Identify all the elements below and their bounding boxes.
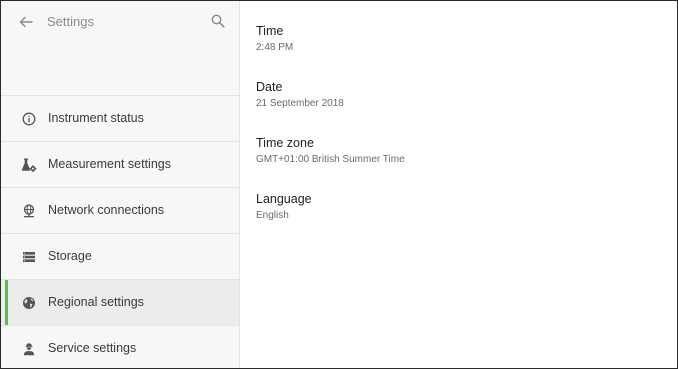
- page-title: Settings: [47, 14, 94, 29]
- sidebar-item-label: Storage: [48, 249, 92, 263]
- setting-title: Date: [256, 80, 283, 94]
- sidebar-item-label: Network connections: [48, 203, 165, 217]
- settings-window: Settings Instrument status Measurement s…: [0, 0, 678, 369]
- engineer-icon: [21, 341, 37, 357]
- date-setting[interactable]: Date 21 September 2018: [256, 79, 344, 111]
- setting-title: Time zone: [256, 136, 314, 150]
- setting-value: English: [256, 210, 289, 221]
- sidebar: Settings Instrument status Measurement s…: [1, 1, 240, 368]
- regional-settings-panel: Time 2:48 PM Date 21 September 2018 Time…: [240, 1, 677, 368]
- sidebar-item-label: Measurement settings: [48, 157, 171, 171]
- info-icon: [21, 111, 37, 127]
- sidebar-item-service-settings[interactable]: Service settings: [1, 325, 239, 368]
- sidebar-item-storage[interactable]: Storage: [1, 233, 239, 279]
- sidebar-item-label: Service settings: [48, 341, 137, 355]
- network-icon: [21, 203, 37, 219]
- sidebar-item-instrument-status[interactable]: Instrument status: [1, 95, 239, 141]
- back-button[interactable]: [15, 11, 37, 33]
- sidebar-item-measurement-settings[interactable]: Measurement settings: [1, 141, 239, 187]
- search-icon: [211, 14, 225, 28]
- setting-value: 21 September 2018: [256, 98, 344, 109]
- sidebar-nav: Instrument status Measurement settings N…: [1, 95, 239, 368]
- globe-icon: [21, 295, 37, 311]
- flask-gear-icon: [21, 157, 37, 173]
- setting-value: GMT+01:00 British Summer Time: [256, 154, 405, 165]
- arrow-left-icon: [19, 16, 33, 28]
- sidebar-item-network-connections[interactable]: Network connections: [1, 187, 239, 233]
- sidebar-item-label: Instrument status: [48, 111, 144, 125]
- sidebar-header: Settings: [1, 1, 239, 95]
- time-setting[interactable]: Time 2:48 PM: [256, 23, 293, 55]
- sidebar-item-regional-settings[interactable]: Regional settings: [1, 279, 239, 325]
- language-setting[interactable]: Language English: [256, 191, 312, 223]
- setting-title: Language: [256, 192, 312, 206]
- storage-icon: [21, 249, 37, 265]
- sidebar-item-label: Regional settings: [48, 295, 144, 309]
- setting-value: 2:48 PM: [256, 42, 294, 53]
- setting-title: Time: [256, 24, 284, 38]
- search-button[interactable]: [207, 10, 229, 32]
- time-zone-setting[interactable]: Time zone GMT+01:00 British Summer Time: [256, 135, 405, 167]
